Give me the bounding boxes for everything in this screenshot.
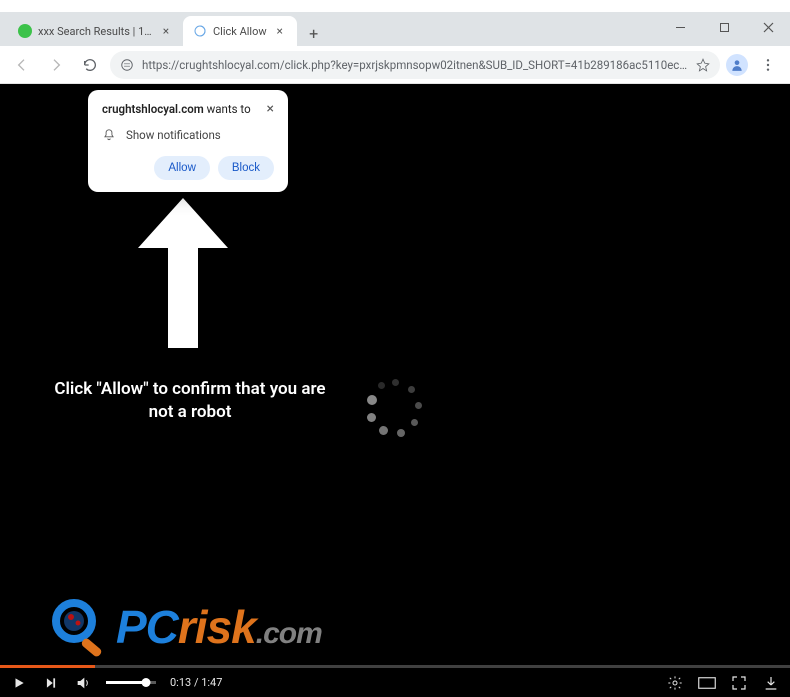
- popup-title: crughtshlocyal.com wants to: [102, 102, 251, 116]
- favicon-123movies: [18, 24, 32, 38]
- bell-icon: [102, 128, 116, 142]
- fullscreen-icon[interactable]: [730, 674, 748, 692]
- window-maximize[interactable]: [702, 12, 746, 42]
- watermark-logo: PCrisk.com: [50, 597, 322, 657]
- profile-avatar[interactable]: [726, 54, 748, 76]
- time-display: 0:13 / 1:47: [170, 676, 222, 689]
- tab-label: Click Allow: [213, 25, 267, 38]
- favicon-click-allow: [193, 24, 207, 38]
- url-text: https://crughtshlocyal.com/click.php?key…: [142, 58, 688, 72]
- arrow-up-icon: [128, 188, 238, 358]
- toolbar: https://crughtshlocyal.com/click.php?key…: [0, 46, 790, 84]
- wm-risk: risk: [178, 600, 256, 654]
- popup-row-label: Show notifications: [126, 128, 221, 142]
- back-button[interactable]: [8, 51, 36, 79]
- close-icon[interactable]: ×: [273, 24, 287, 38]
- download-icon[interactable]: [762, 674, 780, 692]
- next-button[interactable]: [42, 674, 60, 692]
- tabstrip: xxx Search Results | 123Movies × Click A…: [0, 12, 790, 46]
- volume-slider[interactable]: [106, 681, 156, 684]
- loading-spinner: [365, 379, 425, 439]
- new-tab-button[interactable]: +: [301, 20, 327, 46]
- theater-icon[interactable]: [698, 674, 716, 692]
- play-button[interactable]: [10, 674, 28, 692]
- close-icon[interactable]: ×: [159, 24, 173, 38]
- video-controls: 0:13 / 1:47: [0, 665, 790, 697]
- window-minimize[interactable]: [658, 12, 702, 42]
- page-content: crughtshlocyal.com wants to × Show notif…: [0, 84, 790, 697]
- tab-label: xxx Search Results | 123Movies: [38, 25, 153, 38]
- bookmark-icon[interactable]: [696, 58, 710, 72]
- tab-click-allow[interactable]: Click Allow ×: [183, 16, 297, 46]
- window-close[interactable]: [746, 12, 790, 42]
- volume-icon[interactable]: [74, 674, 92, 692]
- forward-button[interactable]: [42, 51, 70, 79]
- popup-close-icon[interactable]: ×: [267, 102, 274, 116]
- site-info-icon[interactable]: [120, 58, 134, 72]
- wm-pc: PC: [116, 600, 178, 654]
- reload-button[interactable]: [76, 51, 104, 79]
- magnifier-bug-icon: [50, 597, 110, 657]
- menu-button[interactable]: [754, 51, 782, 79]
- confirm-text: Click "Allow" to confirm that you are no…: [50, 378, 330, 424]
- wm-com: .com: [256, 617, 322, 651]
- block-button[interactable]: Block: [218, 156, 274, 180]
- notification-permission-popup: crughtshlocyal.com wants to × Show notif…: [88, 90, 288, 192]
- settings-icon[interactable]: [666, 674, 684, 692]
- tab-123movies[interactable]: xxx Search Results | 123Movies ×: [8, 16, 183, 46]
- allow-button[interactable]: Allow: [154, 156, 209, 180]
- address-bar[interactable]: https://crughtshlocyal.com/click.php?key…: [110, 51, 720, 79]
